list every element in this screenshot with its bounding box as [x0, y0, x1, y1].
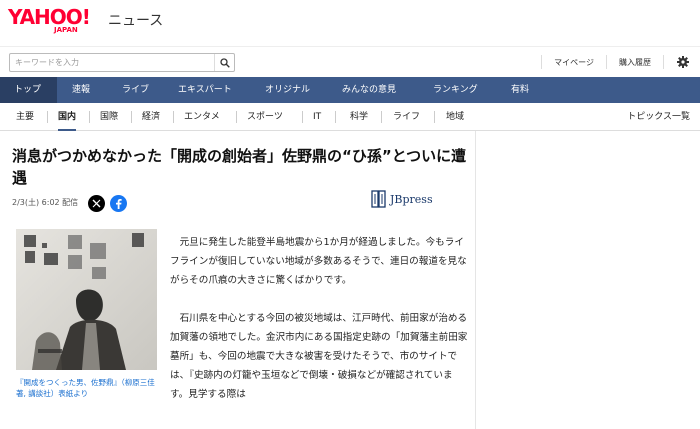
article: 消息がつかめなかった「開成の創始者」佐野鼎の“ひ孫”とついに遭遇 2/3(土) …: [0, 131, 476, 429]
article-title: 消息がつかめなかった「開成の創始者」佐野鼎の“ひ孫”とついに遭遇: [12, 147, 467, 187]
category-regional[interactable]: 地域: [446, 103, 464, 131]
gear-icon: [677, 56, 689, 68]
photo-caption[interactable]: 『開成をつくった男、佐野鼎』（柳原三佳著, 講談社）表紙より: [16, 377, 161, 399]
yahoo-news-logo[interactable]: YAHOO! JAPAN ニュース: [8, 7, 163, 34]
nav-opinions[interactable]: みんなの意見: [327, 77, 418, 103]
main-nav: トップ 速報 ライブ エキスパート オリジナル みんなの意見 ランキング 有料: [0, 77, 700, 103]
book-cover-illustration: [16, 229, 157, 370]
divider: [381, 111, 382, 123]
x-share-icon: [92, 199, 101, 208]
top-links: マイページ 購入履歴: [529, 55, 690, 69]
purchase-history-link[interactable]: 購入履歴: [619, 57, 651, 68]
category-life[interactable]: ライフ: [393, 103, 420, 131]
publish-date: 2/3(土) 6:02 配信: [12, 198, 79, 207]
category-nav: 主要 国内 国際 経済 エンタメ スポーツ IT 科学 ライフ 地域 トピックス…: [0, 103, 700, 131]
search-row: マイページ 購入履歴: [0, 46, 700, 77]
search-input[interactable]: [10, 54, 216, 71]
divider: [302, 111, 303, 123]
topics-list-link[interactable]: トピックス一覧: [627, 103, 690, 131]
category-main[interactable]: 主要: [16, 103, 34, 131]
divider: [434, 111, 435, 123]
x-share-button[interactable]: [88, 195, 105, 212]
divider: [335, 111, 336, 123]
category-international[interactable]: 国際: [100, 103, 118, 131]
category-entertainment[interactable]: エンタメ: [184, 103, 220, 131]
category-economy[interactable]: 経済: [142, 103, 160, 131]
facebook-share-button[interactable]: [110, 195, 127, 212]
divider: [173, 111, 174, 123]
nav-expert[interactable]: エキスパート: [163, 77, 250, 103]
site-header: YAHOO! JAPAN ニュース: [0, 0, 700, 46]
nav-live[interactable]: ライブ: [107, 77, 163, 103]
category-it[interactable]: IT: [313, 103, 321, 131]
divider: [47, 111, 48, 123]
divider: [606, 55, 607, 69]
nav-top[interactable]: トップ: [0, 77, 57, 103]
jbpress-logo-icon: [371, 190, 386, 208]
search-box: [9, 53, 235, 72]
publisher-logo[interactable]: JBpress: [371, 189, 433, 209]
mypage-link[interactable]: マイページ: [554, 57, 594, 68]
divider: [541, 55, 543, 69]
divider: [89, 111, 90, 123]
search-icon: [219, 57, 230, 68]
nav-paid[interactable]: 有料: [496, 77, 556, 103]
search-button[interactable]: [214, 54, 234, 71]
category-science[interactable]: 科学: [350, 103, 368, 131]
publisher-name: JBpress: [390, 192, 433, 206]
logo-japan-text: JAPAN: [54, 26, 78, 34]
article-body: 元旦に発生した能登半島地震から1か月が経過しました。今もライフラインが復旧してい…: [170, 233, 468, 423]
article-paragraph: 元旦に発生した能登半島地震から1か月が経過しました。今もライフラインが復旧してい…: [170, 237, 467, 286]
nav-original[interactable]: オリジナル: [250, 77, 327, 103]
nav-breaking[interactable]: 速報: [57, 77, 107, 103]
nav-ranking[interactable]: ランキング: [418, 77, 496, 103]
facebook-share-icon: [116, 199, 122, 209]
book-cover-image[interactable]: [16, 229, 157, 370]
divider: [236, 111, 237, 123]
divider: [663, 55, 664, 69]
divider: [131, 111, 132, 123]
settings-button[interactable]: [676, 55, 690, 69]
article-paragraph: 石川県を中心とする今回の被災地域は、江戸時代、前田家が治める加賀藩の領地でした。…: [170, 313, 468, 400]
category-sports[interactable]: スポーツ: [247, 103, 283, 131]
category-domestic[interactable]: 国内: [58, 103, 77, 131]
service-name: ニュース: [108, 13, 164, 29]
